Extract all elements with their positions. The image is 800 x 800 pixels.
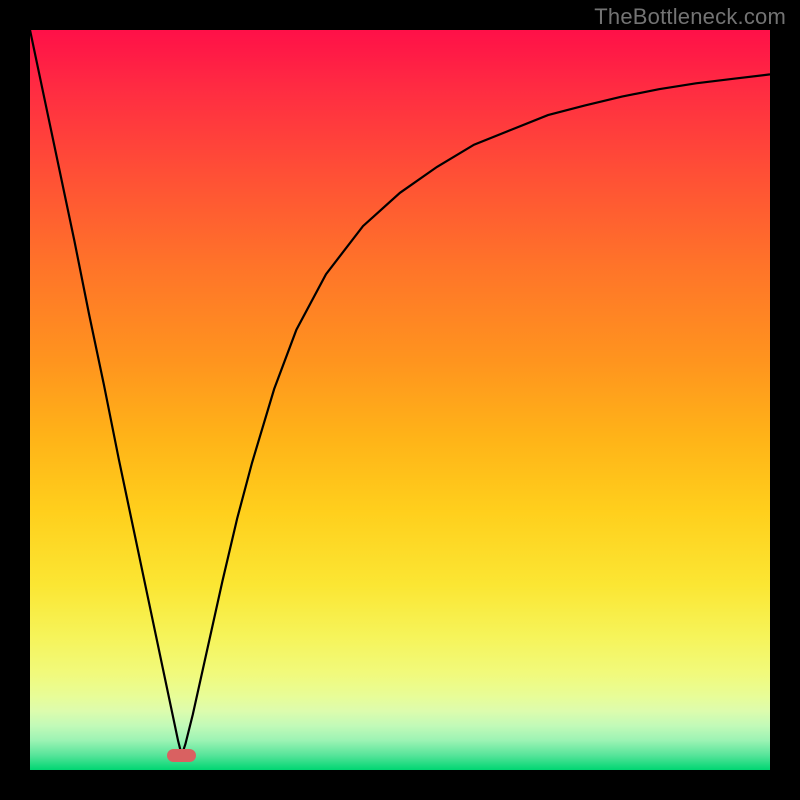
curve-svg — [30, 30, 770, 770]
watermark-text: TheBottleneck.com — [594, 4, 786, 30]
minimum-marker — [167, 749, 197, 762]
chart-frame: TheBottleneck.com — [0, 0, 800, 800]
bottleneck-curve — [30, 30, 770, 755]
plot-area — [30, 30, 770, 770]
